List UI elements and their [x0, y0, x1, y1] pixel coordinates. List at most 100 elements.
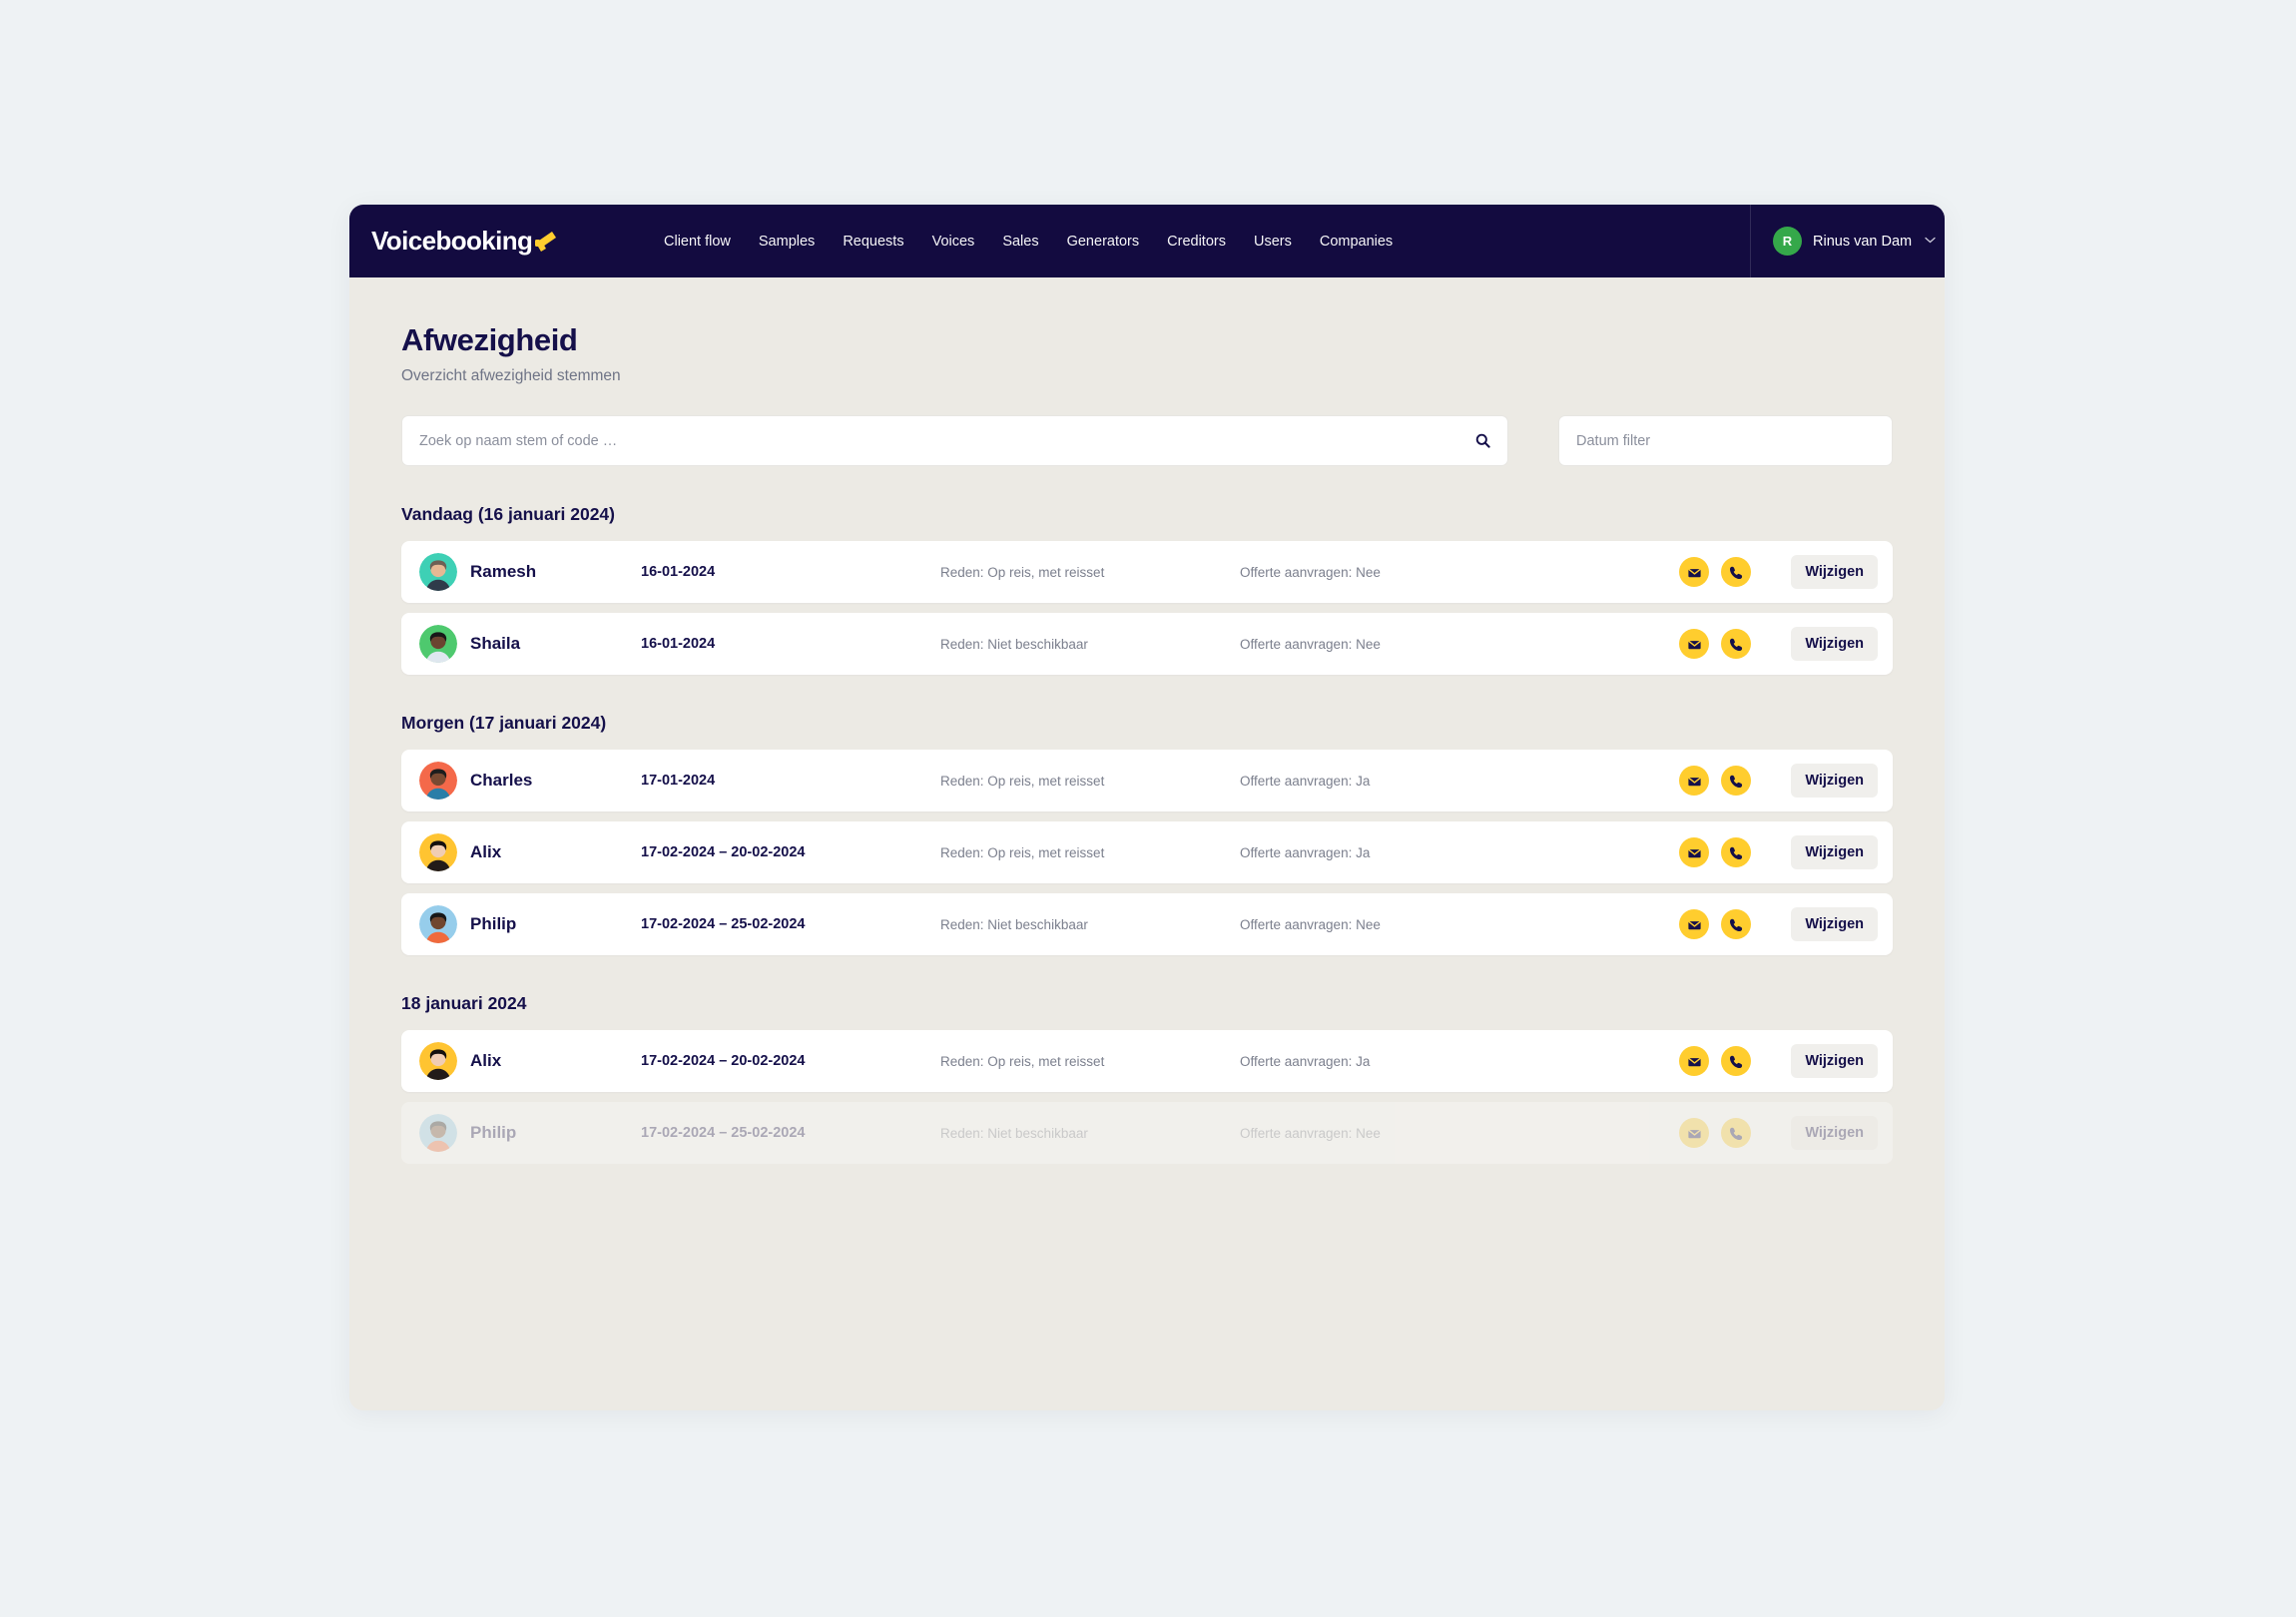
envelope-icon[interactable]	[1679, 1118, 1710, 1148]
envelope-icon[interactable]	[1679, 1046, 1710, 1076]
phone-icon[interactable]	[1721, 629, 1752, 659]
date-filter-input[interactable]	[1576, 432, 1875, 449]
person-name: Philip	[470, 1123, 517, 1142]
phone-icon[interactable]	[1721, 837, 1752, 867]
quote-request-status: Offerte aanvragen: Nee	[1240, 564, 1381, 580]
table-row: Alix 17-02-2024 – 20-02-2024 Reden: Op rei…	[401, 821, 1893, 883]
person-name: Alix	[470, 842, 502, 861]
row-actions	[1679, 1118, 1752, 1148]
avatar	[419, 762, 457, 800]
edit-button[interactable]: Wijzigen	[1791, 764, 1878, 798]
brand-logo[interactable]: Voicebooking	[371, 226, 560, 257]
envelope-icon[interactable]	[1679, 766, 1710, 796]
absence-reason: Reden: Op reis, met reisset	[940, 1053, 1105, 1069]
nav-link-voices[interactable]: Voices	[932, 234, 975, 250]
row-actions	[1679, 1046, 1752, 1076]
search-icon[interactable]	[1475, 433, 1490, 448]
section-title: Morgen (17 januari 2024)	[401, 713, 607, 733]
absence-date: 17-02-2024 – 25-02-2024	[641, 916, 806, 932]
person-name: Ramesh	[470, 562, 537, 581]
phone-icon[interactable]	[1721, 909, 1752, 939]
absence-section: 18 januari 2024 Alix 17-02-2024 – 20-02-20…	[401, 993, 1893, 1164]
edit-button[interactable]: Wijzigen	[1791, 835, 1878, 869]
person-cell: Alix	[419, 1042, 641, 1080]
person-cell: Ramesh	[419, 553, 641, 591]
row-actions	[1679, 557, 1752, 587]
envelope-icon[interactable]	[1679, 557, 1710, 587]
absence-date: 17-01-2024	[641, 773, 716, 789]
nav-link-companies[interactable]: Companies	[1320, 234, 1393, 250]
absence-reason: Reden: Op reis, met reisset	[940, 773, 1105, 789]
table-row: Philip 17-02-2024 – 25-02-2024 Reden: Niet…	[401, 1102, 1893, 1164]
row-actions	[1679, 766, 1752, 796]
absence-date: 17-02-2024 – 25-02-2024	[641, 1125, 806, 1141]
nav-link-users[interactable]: Users	[1254, 234, 1292, 250]
absence-sections: Vandaag (16 januari 2024) Ramesh 16-01-202…	[401, 504, 1893, 1164]
row-actions	[1679, 629, 1752, 659]
person-cell: Shaila	[419, 625, 641, 663]
quote-request-status: Offerte aanvragen: Nee	[1240, 636, 1381, 652]
user-name: Rinus van Dam	[1813, 233, 1913, 250]
edit-button[interactable]: Wijzigen	[1791, 1116, 1878, 1150]
person-cell: Charles	[419, 762, 641, 800]
section-title: 18 januari 2024	[401, 993, 527, 1013]
date-filter-field[interactable]	[1558, 415, 1893, 466]
person-name: Shaila	[470, 634, 521, 653]
quote-request-status: Offerte aanvragen: Nee	[1240, 1125, 1381, 1141]
absence-date: 16-01-2024	[641, 564, 716, 580]
nav-links: Client flow Samples Requests Voices Sale…	[664, 205, 1750, 277]
absence-date: 17-02-2024 – 20-02-2024	[641, 844, 806, 860]
quote-request-status: Offerte aanvragen: Ja	[1240, 1053, 1371, 1069]
page-subtitle: Overzicht afwezigheid stemmen	[401, 367, 621, 384]
nav-link-creditors[interactable]: Creditors	[1167, 234, 1226, 250]
app-window: Voicebooking Client flow Samples Request…	[349, 205, 1945, 1410]
phone-icon[interactable]	[1721, 1046, 1752, 1076]
phone-icon[interactable]	[1721, 1118, 1752, 1148]
absence-reason: Reden: Niet beschikbaar	[940, 1125, 1088, 1141]
absence-section: Vandaag (16 januari 2024) Ramesh 16-01-202…	[401, 504, 1893, 675]
user-menu[interactable]: R Rinus van Dam	[1750, 205, 1945, 277]
absence-reason: Reden: Op reis, met reisset	[940, 564, 1105, 580]
edit-button[interactable]: Wijzigen	[1791, 907, 1878, 941]
chevron-down-icon	[1925, 236, 1936, 247]
quote-request-status: Offerte aanvragen: Ja	[1240, 844, 1371, 860]
person-name: Philip	[470, 914, 517, 933]
avatar	[419, 1042, 457, 1080]
envelope-icon[interactable]	[1679, 629, 1710, 659]
absence-section: Morgen (17 januari 2024) Charles 17-01-202…	[401, 713, 1893, 955]
table-row: Philip 17-02-2024 – 25-02-2024 Reden: Niet…	[401, 893, 1893, 955]
search-field[interactable]	[401, 415, 1508, 466]
nav-link-client-flow[interactable]: Client flow	[664, 234, 731, 250]
table-row: Charles 17-01-2024 Reden: Op reis, met rei…	[401, 750, 1893, 811]
phone-icon[interactable]	[1721, 557, 1752, 587]
nav-link-generators[interactable]: Generators	[1067, 234, 1140, 250]
avatar	[419, 905, 457, 943]
megaphone-icon	[530, 229, 560, 255]
section-title: Vandaag (16 januari 2024)	[401, 504, 615, 524]
quote-request-status: Offerte aanvragen: Ja	[1240, 773, 1371, 789]
row-actions	[1679, 837, 1752, 867]
edit-button[interactable]: Wijzigen	[1791, 1044, 1878, 1078]
nav-link-sales[interactable]: Sales	[1002, 234, 1038, 250]
edit-button[interactable]: Wijzigen	[1791, 555, 1878, 589]
absence-date: 16-01-2024	[641, 636, 716, 652]
person-cell: Alix	[419, 833, 641, 871]
avatar	[419, 553, 457, 591]
person-cell: Philip	[419, 905, 641, 943]
search-input[interactable]	[419, 432, 1475, 449]
absence-reason: Reden: Niet beschikbaar	[940, 636, 1088, 652]
row-actions	[1679, 909, 1752, 939]
person-name: Alix	[470, 1051, 502, 1070]
nav-link-samples[interactable]: Samples	[759, 234, 815, 250]
avatar	[419, 833, 457, 871]
table-row: Ramesh 16-01-2024 Reden: Op reis, met reis…	[401, 541, 1893, 603]
envelope-icon[interactable]	[1679, 909, 1710, 939]
page-title: Afwezigheid	[401, 322, 578, 357]
quote-request-status: Offerte aanvragen: Nee	[1240, 916, 1381, 932]
envelope-icon[interactable]	[1679, 837, 1710, 867]
brand-name: Voicebooking	[371, 226, 533, 256]
edit-button[interactable]: Wijzigen	[1791, 627, 1878, 661]
person-name: Charles	[470, 771, 533, 790]
nav-link-requests[interactable]: Requests	[843, 234, 903, 250]
phone-icon[interactable]	[1721, 766, 1752, 796]
